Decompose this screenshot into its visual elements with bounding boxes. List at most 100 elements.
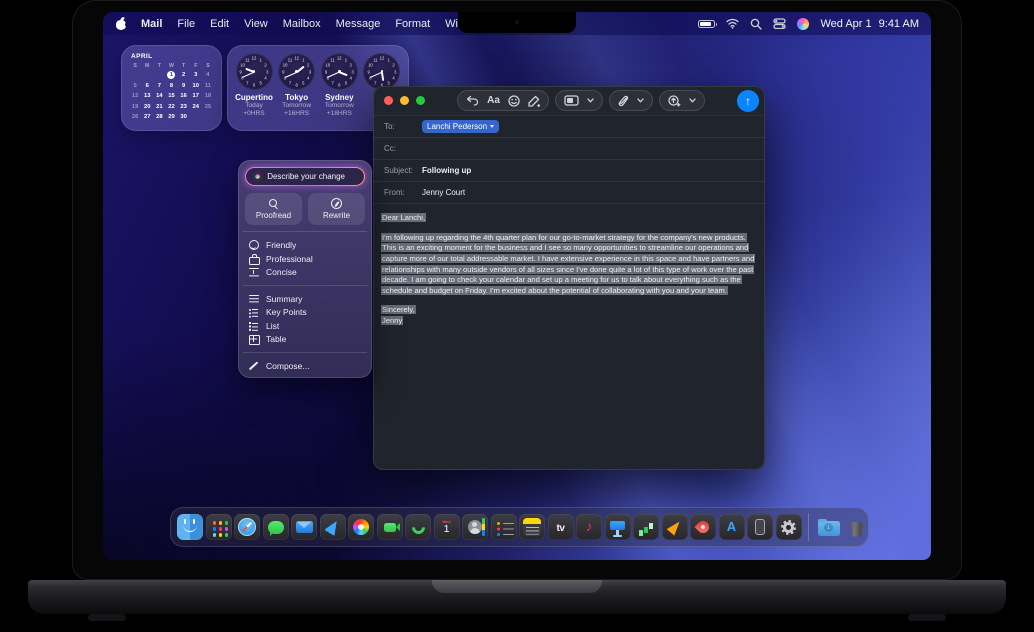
calendar-widget[interactable]: APRIL SMTWTFS123456789101112131415161718…	[121, 45, 222, 131]
proofread-button[interactable]: Proofread	[245, 193, 302, 225]
dock-trash-icon[interactable]	[844, 514, 870, 540]
clock-Sydney[interactable]: 123456789101112SydneyTomorrow+18HRS	[318, 53, 360, 123]
dock-reminders-icon[interactable]	[491, 514, 517, 540]
wifi-icon[interactable]	[726, 18, 739, 29]
menu-mailbox[interactable]: Mailbox	[283, 18, 321, 30]
dock-notes-icon[interactable]	[519, 514, 545, 540]
window-titlebar[interactable]: Aa	[373, 86, 765, 116]
dock-messages-icon[interactable]	[263, 514, 289, 540]
calendar-day[interactable]	[202, 113, 214, 121]
professional-menu-item[interactable]: Professional	[245, 252, 365, 266]
recipient-token[interactable]: Lanchi Pederson	[422, 120, 499, 133]
calendar-day[interactable]: 9	[178, 82, 190, 90]
calendar-day[interactable]: 13	[141, 92, 153, 100]
dock-settings-icon[interactable]	[776, 514, 802, 540]
calendar-day[interactable]: 12	[129, 92, 141, 100]
calendar-day[interactable]: 5	[129, 82, 141, 90]
message-body[interactable]: Dear Lanchi, I'm following up regarding …	[373, 204, 765, 336]
rewrite-button[interactable]: Rewrite	[308, 193, 365, 225]
dock-phone-icon[interactable]	[405, 514, 431, 540]
menu-bar-clock[interactable]: Wed Apr 1 9:41 AM	[820, 18, 919, 30]
writing-tools-icon[interactable]	[528, 95, 540, 107]
calendar-day[interactable]: 18	[202, 92, 214, 100]
calendar-day[interactable]: 7	[153, 82, 165, 90]
menu-format[interactable]: Format	[395, 18, 430, 30]
subject-field[interactable]: Subject: Following up	[373, 160, 765, 182]
calendar-day[interactable]: 1	[167, 71, 175, 79]
calendar-day[interactable]	[141, 71, 153, 79]
calendar-day[interactable]	[190, 113, 202, 121]
compose-menu-item[interactable]: Compose...	[245, 359, 365, 373]
calendar-day[interactable]	[153, 71, 165, 79]
key-points-menu-item[interactable]: Key Points	[245, 305, 365, 319]
dock-photos-icon[interactable]	[348, 514, 374, 540]
dock-safari-icon[interactable]	[234, 514, 260, 540]
dock-launchpad-icon[interactable]	[206, 514, 232, 540]
calendar-day[interactable]: 8	[165, 82, 177, 90]
menu-view[interactable]: View	[244, 18, 268, 30]
dock-rocket-icon[interactable]	[690, 514, 716, 540]
calendar-day[interactable]: 11	[202, 82, 214, 90]
menu-file[interactable]: File	[177, 18, 195, 30]
calendar-day[interactable]: 30	[178, 113, 190, 121]
apple-menu-icon[interactable]	[115, 17, 127, 30]
battery-icon[interactable]	[698, 20, 715, 28]
calendar-day[interactable]: 21	[153, 103, 165, 111]
attachment-button[interactable]	[609, 90, 653, 111]
dock-calendar-icon[interactable]: Wed1	[434, 514, 460, 540]
describe-change-input[interactable]: Describe your change	[246, 168, 364, 185]
send-button[interactable]: ↑	[737, 90, 759, 112]
summary-menu-item[interactable]: Summary	[245, 292, 365, 306]
calendar-day[interactable]: 4	[202, 71, 214, 79]
from-field[interactable]: From: Jenny Court	[373, 182, 765, 204]
clock-Tokyo[interactable]: 123456789101112TokyoTomorrow+16HRS	[276, 53, 318, 123]
calendar-day[interactable]: 17	[190, 92, 202, 100]
friendly-menu-item[interactable]: Friendly	[245, 238, 365, 252]
cc-field[interactable]: Cc:	[373, 138, 765, 160]
calendar-day[interactable]: 10	[190, 82, 202, 90]
menu-mail[interactable]: Mail	[141, 18, 162, 30]
list-menu-item[interactable]: List	[245, 319, 365, 333]
dock-finder-icon[interactable]	[177, 514, 203, 540]
zoom-button[interactable]	[416, 96, 425, 105]
siri-icon[interactable]	[797, 18, 809, 30]
calendar-day[interactable]: 29	[165, 113, 177, 121]
dock-contacts-icon[interactable]	[462, 514, 488, 540]
insert-button[interactable]	[659, 90, 705, 111]
calendar-day[interactable]: 28	[153, 113, 165, 121]
calendar-day[interactable]: 23	[178, 103, 190, 111]
dock-maps-icon[interactable]	[320, 514, 346, 540]
dock-facetime-icon[interactable]	[377, 514, 403, 540]
format-icon[interactable]: Aa	[487, 95, 500, 106]
menu-edit[interactable]: Edit	[210, 18, 229, 30]
calendar-day[interactable]: 14	[153, 92, 165, 100]
calendar-day[interactable]: 27	[141, 113, 153, 121]
close-button[interactable]	[384, 96, 393, 105]
calendar-day[interactable]: 2	[178, 71, 190, 79]
search-icon[interactable]	[750, 18, 762, 30]
calendar-day[interactable]: 20	[141, 103, 153, 111]
calendar-day[interactable]: 15	[165, 92, 177, 100]
calendar-day[interactable]: 24	[190, 103, 202, 111]
calendar-day[interactable]: 6	[141, 82, 153, 90]
dock-mail-icon[interactable]	[291, 514, 317, 540]
undo-icon[interactable]	[466, 95, 479, 106]
dock-app-store-icon[interactable]	[719, 514, 745, 540]
control-center-icon[interactable]	[773, 18, 786, 29]
photo-browser-button[interactable]	[555, 90, 603, 111]
calendar-day[interactable]: 26	[129, 113, 141, 121]
dock-numbers-icon[interactable]	[633, 514, 659, 540]
dock-tv-icon[interactable]	[548, 514, 574, 540]
menu-message[interactable]: Message	[336, 18, 381, 30]
calendar-day[interactable]: 3	[190, 71, 202, 79]
calendar-day[interactable]: 19	[129, 103, 141, 111]
dock-iphone-mirroring-icon[interactable]	[747, 514, 773, 540]
calendar-day[interactable]	[129, 71, 141, 79]
dock-keynote-icon[interactable]	[605, 514, 631, 540]
dock-downloads-icon[interactable]	[816, 514, 842, 540]
table-menu-item[interactable]: Table	[245, 332, 365, 346]
clock-Cupertino[interactable]: 123456789101112CupertinoToday+0HRS	[233, 53, 275, 123]
to-field[interactable]: To: Lanchi Pederson	[373, 116, 765, 138]
dock-pages-icon[interactable]	[662, 514, 688, 540]
calendar-day[interactable]: 22	[165, 103, 177, 111]
